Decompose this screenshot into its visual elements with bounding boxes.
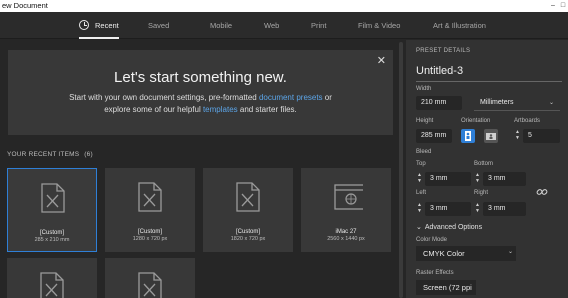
bleed-left-input[interactable]: 3 mm [425,202,471,216]
window-title: ew Document [2,1,48,10]
welcome-title: Let's start something new. [114,69,287,86]
maximize-icon[interactable]: □ [558,0,568,12]
tab-mobile[interactable]: Mobile [210,12,232,39]
tab-art-illustration[interactable]: Art & Illustration [433,12,486,39]
recent-item-size: 1280 x 720 px [132,236,168,242]
tab-print[interactable]: Print [311,12,326,39]
bleed-bottom-input[interactable]: 3 mm [483,172,526,186]
height-label: Height [416,118,434,124]
templates-link[interactable]: templates [203,105,238,114]
category-tabbar: Recent Saved Mobile Web Print Film & Vid… [0,12,568,39]
welcome-text: or [322,93,332,102]
recent-items-heading: YOUR RECENT ITEMS (6) [7,151,93,158]
recent-item-card[interactable]: [Custom] 1820 x 720 px [203,168,293,252]
raster-effects-label: Raster Effects [416,270,454,276]
welcome-line-2: explore some of our helpful templates an… [8,105,393,114]
landscape-orientation-button[interactable] [484,129,498,143]
recent-item-card[interactable]: [Custom] 285 x 210 mm [7,168,97,252]
landscape-icon [486,133,496,140]
advanced-options-toggle[interactable]: ⌄ Advanced Options [416,223,482,231]
recent-item-card[interactable]: iMac 27 2560 x 1440 px [301,168,391,252]
bleed-left-label: Left [416,190,427,196]
document-name-field[interactable]: Untitled-3 [416,65,463,77]
recent-item-name: [Custom] [137,229,162,235]
welcome-line-1: Start with your own document settings, p… [8,93,393,102]
preset-details-heading: PRESET DETAILS [416,48,471,54]
chevron-down-icon[interactable]: ⌄ [508,248,513,255]
bleed-top-stepper[interactable]: ▲ ▼ [416,172,423,186]
portrait-icon [465,131,471,141]
recent-item-size: 2560 x 1440 px [327,236,365,242]
raster-effects-select[interactable]: Screen (72 ppi [416,280,476,295]
clock-icon [79,20,89,30]
recent-items-label: YOUR RECENT ITEMS [7,151,80,158]
width-input[interactable]: 210 mm [416,96,462,110]
welcome-text: Start with your own document settings, p… [69,93,259,102]
bleed-right-input[interactable]: 3 mm [483,202,526,216]
document-icon [138,272,162,298]
chevron-down-icon[interactable]: ⌄ [549,99,554,106]
recent-item-card[interactable] [7,258,97,298]
color-mode-select[interactable]: CMYK Color [416,246,516,261]
recent-item-size: 1820 x 720 px [230,236,266,242]
tab-recent[interactable]: Recent [79,12,119,39]
bleed-right-label: Right [474,190,489,196]
color-mode-label: Color Mode [416,237,448,243]
portrait-orientation-button[interactable] [461,129,475,143]
document-presets-link[interactable]: document presets [259,93,323,102]
orientation-label: Orientation [461,118,491,124]
document-icon [138,182,162,212]
window-titlebar: ew Document – □ [0,0,568,12]
preset-details-panel: PRESET DETAILS Untitled-3 Width 210 mm M… [406,40,568,298]
recent-item-size: 285 x 210 mm [34,237,70,243]
welcome-text: explore some of our helpful [104,105,203,114]
units-underline [474,110,560,111]
window-controls: – □ [548,0,568,12]
document-name-underline [416,81,562,82]
recent-scrollbar[interactable] [399,42,403,298]
web-document-icon [334,184,363,210]
advanced-options-label: Advanced Options [424,224,483,231]
recent-item-card[interactable] [105,258,195,298]
recent-item-card[interactable]: [Custom] 1280 x 720 px [105,168,195,252]
tab-web[interactable]: Web [264,12,279,39]
welcome-text: and starter files. [237,105,297,114]
bleed-top-input[interactable]: 3 mm [425,172,471,186]
bleed-top-label: Top [416,161,426,167]
tab-saved[interactable]: Saved [148,12,169,39]
units-select[interactable]: Millimeters [480,99,513,106]
tab-film-video[interactable]: Film & Video [358,12,400,39]
bleed-bottom-label: Bottom [474,161,494,167]
welcome-banner: ✕ Let's start something new. Start with … [8,50,393,135]
bleed-left-stepper[interactable]: ▲ ▼ [416,202,423,216]
link-icon[interactable] [536,186,548,198]
width-label: Width [416,86,432,92]
document-icon [236,182,260,212]
recent-item-name: [Custom] [235,229,260,235]
recent-item-name: [Custom] [39,230,64,236]
document-icon [40,272,64,298]
artboards-input[interactable]: 5 [523,129,560,143]
artboards-label: Artboards [514,118,541,124]
bleed-label: Bleed [416,149,432,155]
recent-items-count: (6) [84,151,93,158]
bleed-right-stepper[interactable]: ▲ ▼ [474,202,481,216]
chevron-down-icon: ⌄ [416,224,422,231]
minimize-icon[interactable]: – [548,0,558,12]
height-input[interactable]: 285 mm [416,129,452,143]
recent-item-name: iMac 27 [335,229,357,235]
bleed-bottom-stepper[interactable]: ▲ ▼ [474,172,481,186]
artboards-stepper[interactable]: ▲ ▼ [514,129,521,143]
document-icon [41,183,65,213]
close-icon[interactable]: ✕ [377,54,386,67]
